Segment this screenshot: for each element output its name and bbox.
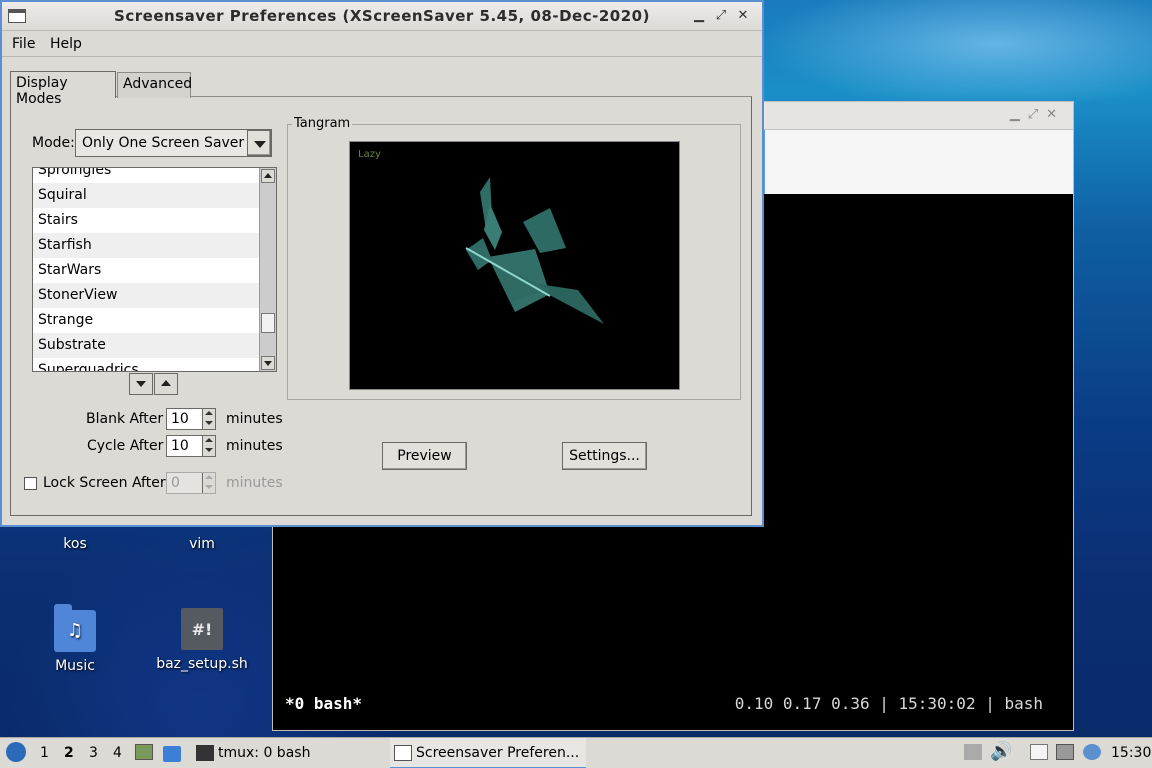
- menu-help[interactable]: Help: [50, 36, 82, 52]
- spinner-arrows-icon[interactable]: [202, 409, 215, 429]
- settings-button[interactable]: Settings...: [562, 442, 647, 470]
- screensaver-preview: Lazy: [349, 141, 680, 390]
- desktop-icon-kos[interactable]: kos: [25, 536, 125, 552]
- desktop-icon-label: Music: [55, 658, 95, 674]
- task-screensaver[interactable]: Screensaver Preferen...: [390, 738, 586, 768]
- tangram-shapes: [465, 177, 604, 324]
- network-icon[interactable]: [1056, 744, 1074, 760]
- scroll-up-icon[interactable]: [261, 169, 275, 183]
- terminal-tabstrip: [763, 130, 1073, 194]
- workspace-3[interactable]: 3: [89, 745, 98, 761]
- tray-arrow-icon[interactable]: [964, 744, 982, 760]
- menu-bar: File Help: [2, 31, 762, 57]
- workspace-4[interactable]: 4: [113, 745, 122, 761]
- desktop-icon-music[interactable]: ♫ Music: [25, 604, 125, 674]
- lock-after-value: 0: [171, 475, 180, 491]
- blank-after-label: Blank After: [86, 411, 164, 427]
- tab-advanced[interactable]: Advanced: [117, 72, 192, 98]
- desktop-icon-label: baz_setup.sh: [156, 656, 248, 672]
- list-item[interactable]: Substrate: [33, 333, 259, 358]
- desktop-icon-label: kos: [63, 536, 87, 552]
- terminal-icon: [196, 745, 214, 761]
- mode-label: Mode:: [32, 135, 75, 151]
- list-item[interactable]: Stairs: [33, 208, 259, 233]
- scroll-thumb[interactable]: [261, 313, 275, 333]
- volume-icon[interactable]: 🔊: [990, 741, 1012, 762]
- list-item[interactable]: Squiral: [33, 183, 259, 208]
- clipboard-icon[interactable]: [1030, 744, 1048, 760]
- task-screensaver-label: Screensaver Preferen...: [416, 745, 580, 761]
- blank-after-spinner[interactable]: 10: [166, 408, 216, 430]
- show-desktop-icon[interactable]: [163, 746, 181, 762]
- minimize-icon[interactable]: ▁: [688, 8, 710, 23]
- list-item[interactable]: Starfish: [33, 233, 259, 258]
- file-manager-icon[interactable]: [135, 744, 153, 760]
- preview-button[interactable]: Preview: [382, 442, 467, 470]
- tmux-status-right: 0.10 0.17 0.36 | 15:30:02 | bash: [734, 694, 1043, 713]
- lock-screen-label: Lock Screen After: [43, 475, 166, 491]
- tmux-status-bar: *0 bash* 0.10 0.17 0.36 | 15:30:02 | bas…: [285, 694, 1043, 716]
- mode-select-value: Only One Screen Saver: [82, 135, 245, 151]
- desktop-icon-label: vim: [189, 536, 215, 552]
- list-item[interactable]: Strange: [33, 308, 259, 333]
- minutes-label: minutes: [226, 411, 283, 427]
- list-item[interactable]: Superquadrics: [33, 358, 259, 371]
- music-folder-icon: ♫: [54, 604, 96, 652]
- task-tmux-label: tmux: 0 bash: [218, 745, 311, 761]
- chevron-down-icon[interactable]: [247, 130, 271, 156]
- wallpaper-highlight: [760, 0, 1152, 110]
- list-item[interactable]: StonerView: [33, 283, 259, 308]
- cycle-after-label: Cycle After: [87, 438, 164, 454]
- list-item[interactable]: StarWars: [33, 258, 259, 283]
- window-title: Screensaver Preferences (XScreenSaver 5.…: [114, 7, 650, 25]
- workspace-1[interactable]: 1: [40, 745, 49, 761]
- mode-select[interactable]: Only One Screen Saver: [75, 129, 272, 157]
- spinner-arrows-icon: [202, 473, 215, 493]
- workspace-2[interactable]: 2: [64, 745, 74, 761]
- app-menu-icon[interactable]: [6, 742, 26, 762]
- screensaver-list[interactable]: Sproingies Squiral Stairs Starfish StarW…: [32, 167, 277, 372]
- taskbar: 1 2 3 4 tmux: 0 bash Screensaver Prefere…: [0, 737, 1152, 768]
- script-file-icon: #!: [181, 608, 223, 650]
- minutes-label: minutes: [226, 438, 283, 454]
- tab-display-modes[interactable]: Display Modes: [10, 71, 116, 107]
- scroll-down-icon[interactable]: [261, 356, 275, 370]
- tmux-window-name: *0 bash*: [285, 694, 363, 713]
- terminal-window-controls[interactable]: ▁⤢✕: [1010, 107, 1065, 122]
- menu-file[interactable]: File: [12, 36, 35, 52]
- list-item[interactable]: Sproingies: [33, 168, 259, 183]
- close-icon[interactable]: ✕: [732, 8, 754, 23]
- next-mode-button[interactable]: [129, 373, 153, 395]
- window-icon: [394, 745, 412, 761]
- desktop-icon-vim[interactable]: vim: [152, 536, 252, 552]
- lock-screen-checkbox[interactable]: [24, 477, 37, 490]
- blank-after-value: 10: [171, 411, 189, 427]
- maximize-icon[interactable]: ⤢: [710, 8, 732, 23]
- preview-group-label: Tangram: [292, 116, 353, 131]
- previous-mode-button[interactable]: [154, 373, 178, 395]
- clock[interactable]: 15:30: [1111, 745, 1151, 761]
- spinner-arrows-icon[interactable]: [202, 436, 215, 456]
- cycle-after-value: 10: [171, 438, 189, 454]
- notification-icon[interactable]: [1083, 744, 1101, 760]
- list-scrollbar[interactable]: [259, 168, 276, 371]
- lock-after-spinner: 0: [166, 472, 216, 494]
- desktop-icon-baz-setup[interactable]: #! baz_setup.sh: [152, 608, 252, 672]
- task-tmux[interactable]: tmux: 0 bash: [192, 738, 382, 768]
- window-titlebar[interactable]: Screensaver Preferences (XScreenSaver 5.…: [2, 2, 762, 31]
- cycle-after-spinner[interactable]: 10: [166, 435, 216, 457]
- minutes-label: minutes: [226, 475, 283, 491]
